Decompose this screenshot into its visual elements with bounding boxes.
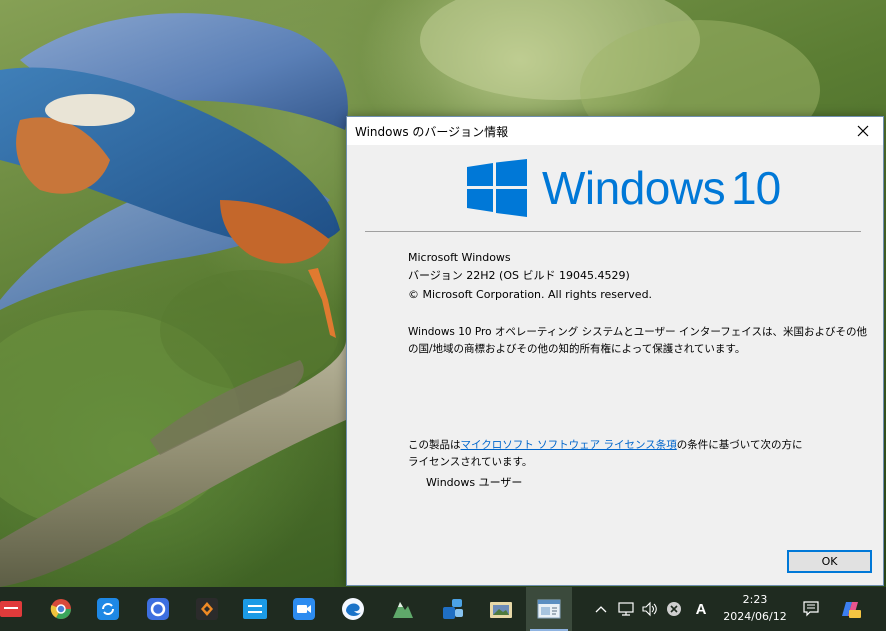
ring-app-icon (147, 598, 169, 620)
taskbar: A 2:23 2024/06/12 (0, 587, 886, 631)
windows-logo: Windows 10 (467, 159, 787, 221)
taskbar-app-browser[interactable] (38, 587, 84, 631)
taskbar-app-diamond[interactable] (184, 587, 230, 631)
taskbar-app-sync[interactable] (85, 587, 131, 631)
photo-app-icon (490, 602, 512, 618)
clock-time: 2:23 (742, 593, 768, 606)
ime-mode-label: A (695, 600, 707, 618)
license-line-1: この製品はマイクロソフト ソフトウェア ライセンス条項の条件に基づいて次の方に (408, 437, 802, 453)
close-icon (857, 125, 869, 137)
taskbar-app-video[interactable] (281, 587, 327, 631)
remote-app-icon (243, 599, 267, 619)
diamond-app-icon (196, 598, 218, 620)
speaker-icon (642, 601, 657, 617)
network-button[interactable] (615, 597, 637, 621)
copilot-pre-icon (842, 602, 861, 618)
maps-app-icon (393, 602, 413, 618)
clock-date: 2024/06/12 (723, 610, 787, 623)
video-app-icon (293, 598, 315, 620)
copilot-pre-button[interactable] (836, 597, 864, 621)
taskbar-app-maps[interactable] (380, 587, 426, 631)
volume-button[interactable] (639, 597, 661, 621)
taskbar-app-people[interactable] (430, 587, 476, 631)
winver-app-icon (537, 599, 561, 619)
ime-mode-button[interactable]: A (690, 597, 712, 621)
taskbar-clock[interactable]: 2:23 2024/06/12 (720, 591, 790, 627)
people-app-icon (443, 599, 463, 619)
license-terms-link[interactable]: マイクロソフト ソフトウェア ライセンス条項 (461, 439, 677, 451)
blocked-circle-icon (667, 602, 681, 616)
taskbar-app-ring[interactable] (135, 587, 181, 631)
action-center-button[interactable] (798, 597, 824, 621)
chrome-like-icon (50, 599, 71, 619)
description-line-2: の国/地域の商標およびその他の知的所有権によって保護されています。 (408, 343, 746, 355)
notification-icon (803, 601, 819, 617)
taskbar-app-remote[interactable] (232, 587, 278, 631)
taskbar-app-edge[interactable] (330, 587, 376, 631)
ok-button[interactable]: OK (787, 550, 872, 573)
dialog-titlebar[interactable]: Windows のバージョン情報 (347, 117, 883, 145)
license-prefix: この製品は (408, 439, 461, 451)
taskbar-app-winver[interactable] (526, 587, 572, 631)
edge-like-icon (342, 598, 364, 620)
copyright-text: © Microsoft Corporation. All rights rese… (408, 288, 653, 301)
red-app-icon (0, 601, 22, 617)
logo-windows-text: Windows (542, 162, 726, 214)
windows-flag-icon (467, 159, 527, 217)
logo-version-text: 10 (731, 162, 781, 214)
taskbar-app-photo[interactable] (478, 587, 524, 631)
product-name: Microsoft Windows (408, 251, 511, 264)
license-suffix: の条件に基づいて次の方に (676, 439, 803, 451)
taskbar-app-red[interactable] (0, 587, 34, 631)
description-line-1: Windows 10 Pro オペレーティング システムとユーザー インターフェ… (408, 326, 867, 338)
divider (365, 231, 861, 232)
license-line-2: ライセンスされています。 (408, 456, 533, 468)
network-icon (618, 602, 634, 616)
blocked-status-button[interactable] (664, 597, 684, 621)
sync-app-icon (97, 598, 119, 620)
about-windows-dialog: Windows のバージョン情報 Windows 10 Microsoft Wi… (346, 116, 884, 586)
dialog-title: Windows のバージョン情報 (355, 125, 509, 139)
chevron-up-icon (595, 606, 607, 613)
close-button[interactable] (843, 117, 883, 145)
version-info: バージョン 22H2 (OS ビルド 19045.4529) (408, 269, 630, 282)
licensed-user: Windows ユーザー (426, 476, 523, 489)
show-hidden-icons-button[interactable] (593, 597, 609, 621)
